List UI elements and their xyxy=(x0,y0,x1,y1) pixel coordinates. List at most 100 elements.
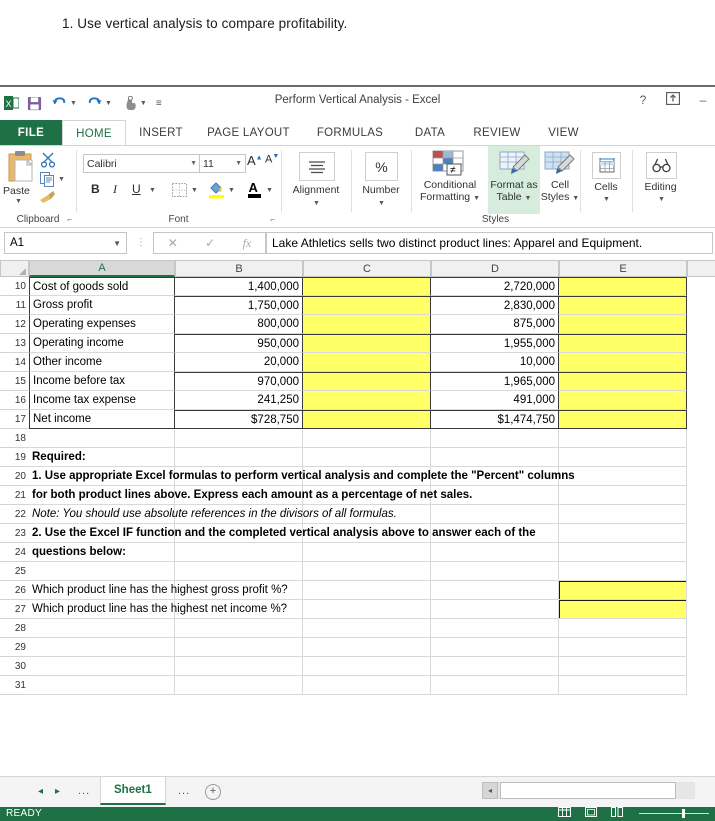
row-header[interactable]: 20 xyxy=(0,467,29,486)
cell[interactable]: 800,000 xyxy=(175,315,303,334)
row-header[interactable]: 31 xyxy=(0,676,29,695)
conditional-formatting-label[interactable]: Conditional Formatting ▼ xyxy=(414,179,486,203)
font-name-input[interactable]: Calibri ▼ xyxy=(83,154,201,173)
cell[interactable]: 950,000 xyxy=(175,334,303,353)
row-header[interactable]: 11 xyxy=(0,296,29,315)
zoom-slider[interactable] xyxy=(639,813,709,814)
sheet-left-overflow[interactable]: ... xyxy=(78,785,90,797)
col-header-B[interactable]: B xyxy=(175,260,303,277)
help-icon[interactable]: ? xyxy=(635,93,651,107)
select-all-corner[interactable] xyxy=(0,260,29,277)
row-header[interactable]: 29 xyxy=(0,638,29,657)
row-header[interactable]: 28 xyxy=(0,619,29,638)
page-break-view-icon[interactable] xyxy=(611,807,623,820)
scroll-left-button[interactable]: ◂ xyxy=(482,782,498,799)
cell[interactable]: 1. Use appropriate Excel formulas to per… xyxy=(29,467,687,486)
font-color-icon[interactable]: A xyxy=(247,179,262,204)
minimize-icon[interactable]: – xyxy=(695,93,711,107)
cell[interactable] xyxy=(29,657,175,676)
cell[interactable] xyxy=(559,334,687,353)
cell[interactable] xyxy=(175,657,303,676)
cell[interactable]: Gross profit xyxy=(29,296,175,315)
cell[interactable] xyxy=(303,410,431,429)
group-editing[interactable]: Editing ▼ xyxy=(633,146,688,227)
cell[interactable]: 1,965,000 xyxy=(431,372,559,391)
col-header-F[interactable] xyxy=(687,260,715,277)
borders-dropdown-icon[interactable]: ▼ xyxy=(191,187,198,194)
grow-font-icon[interactable]: A▲ xyxy=(247,153,263,168)
formula-input[interactable]: Lake Athletics sells two distinct produc… xyxy=(266,232,713,254)
col-header-D[interactable]: D xyxy=(431,260,559,277)
copy-dropdown-icon[interactable]: ▼ xyxy=(58,176,65,183)
editing-label[interactable]: Editing xyxy=(633,181,688,193)
cell[interactable]: Operating expenses xyxy=(29,315,175,334)
cell[interactable] xyxy=(559,410,687,429)
fill-color-icon[interactable] xyxy=(208,180,225,204)
number-label[interactable]: Number xyxy=(352,184,410,196)
cell[interactable]: 491,000 xyxy=(431,391,559,410)
editing-dropdown-icon[interactable]: ▼ xyxy=(658,196,665,203)
cell[interactable] xyxy=(303,448,431,467)
cell[interactable] xyxy=(29,619,175,638)
cell[interactable]: Operating income xyxy=(29,334,175,353)
font-name-dropdown-icon[interactable]: ▼ xyxy=(190,160,197,167)
row-header[interactable]: 27 xyxy=(0,600,29,619)
col-header-E[interactable]: E xyxy=(559,260,687,277)
cell[interactable] xyxy=(431,619,559,638)
cell[interactable]: 970,000 xyxy=(175,372,303,391)
tab-insert[interactable]: INSERT xyxy=(130,120,192,146)
row-header[interactable]: 25 xyxy=(0,562,29,581)
cell[interactable] xyxy=(559,543,687,562)
row-header[interactable]: 14 xyxy=(0,353,29,372)
tab-file[interactable]: FILE xyxy=(0,120,62,146)
paste-dropdown-icon[interactable]: ▼ xyxy=(15,198,22,205)
cell[interactable] xyxy=(559,619,687,638)
cell-styles-label[interactable]: Cell Styles ▼ xyxy=(540,179,580,203)
paste-icon[interactable] xyxy=(7,150,37,189)
row-header[interactable]: 13 xyxy=(0,334,29,353)
col-header-A[interactable]: A xyxy=(29,260,175,277)
cell[interactable] xyxy=(431,448,559,467)
bold-button[interactable]: B xyxy=(91,182,100,196)
cell[interactable]: Income before tax xyxy=(29,372,175,391)
row-header[interactable]: 17 xyxy=(0,410,29,429)
cell[interactable]: Required: xyxy=(29,448,175,467)
tab-formulas[interactable]: FORMULAS xyxy=(305,120,395,146)
cell[interactable] xyxy=(175,448,303,467)
format-as-table-label[interactable]: Format as Table ▼ xyxy=(488,179,540,203)
cell[interactable] xyxy=(29,429,175,448)
group-number[interactable]: % Number ▼ xyxy=(352,146,410,227)
row-header[interactable]: 30 xyxy=(0,657,29,676)
cell[interactable]: Which product line has the highest gross… xyxy=(29,581,687,600)
cell[interactable] xyxy=(559,296,687,315)
alignment-label[interactable]: Alignment xyxy=(282,184,350,196)
cell[interactable]: Which product line has the highest net i… xyxy=(29,600,687,619)
cell[interactable]: for both product lines above. Express ea… xyxy=(29,486,687,505)
row-header[interactable]: 26 xyxy=(0,581,29,600)
cell[interactable]: 1,400,000 xyxy=(175,277,303,296)
cell[interactable] xyxy=(431,562,559,581)
cell[interactable] xyxy=(303,372,431,391)
zoom-slider-handle[interactable] xyxy=(682,809,685,818)
paste-label[interactable]: Paste xyxy=(3,185,30,197)
cell[interactable] xyxy=(303,277,431,296)
format-as-table-dropdown-icon[interactable]: ▼ xyxy=(525,195,532,202)
cell[interactable] xyxy=(431,638,559,657)
cell-styles-dropdown-icon[interactable]: ▼ xyxy=(572,195,579,202)
cell-styles-icon[interactable] xyxy=(544,151,577,182)
tab-view[interactable]: VIEW xyxy=(536,120,591,146)
cell[interactable] xyxy=(175,562,303,581)
italic-button[interactable]: I xyxy=(113,182,117,197)
percent-icon[interactable]: % xyxy=(365,152,398,181)
page-layout-view-icon[interactable] xyxy=(585,807,597,820)
font-color-dropdown-icon[interactable]: ▼ xyxy=(266,187,273,194)
col-header-C[interactable]: C xyxy=(303,260,431,277)
format-as-table-icon[interactable] xyxy=(499,151,532,182)
cell[interactable]: 1,750,000 xyxy=(175,296,303,315)
cell[interactable]: Cost of goods sold xyxy=(29,277,175,296)
cell[interactable]: Income tax expense xyxy=(29,391,175,410)
cell[interactable]: 2. Use the Excel IF function and the com… xyxy=(29,524,687,543)
row-header[interactable]: 21 xyxy=(0,486,29,505)
cell[interactable] xyxy=(431,543,559,562)
cell[interactable]: questions below: xyxy=(29,543,175,562)
